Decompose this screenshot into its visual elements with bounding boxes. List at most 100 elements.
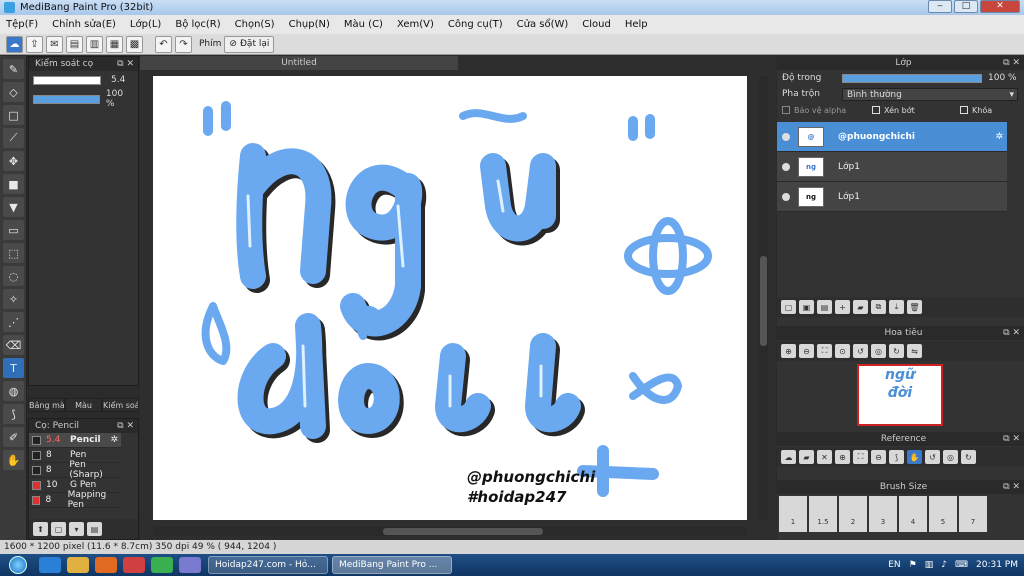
brush-opacity-slider[interactable] (33, 94, 100, 104)
close-icon[interactable]: ⧉ ✕ (1003, 432, 1020, 446)
brush-size-option[interactable]: 3 (869, 496, 897, 532)
gradient-tool-icon[interactable]: ▭ (3, 220, 24, 240)
layer-item[interactable]: @ @phuongchichi ✲ (777, 122, 1007, 152)
language-indicator[interactable]: EN (888, 560, 900, 570)
menu-filter[interactable]: Bộ lọc(R) (175, 15, 220, 34)
gear-icon[interactable]: ✲ (995, 132, 1003, 142)
duplicate-layer-icon[interactable]: ⧉ (871, 300, 886, 314)
new-8bit-layer-icon[interactable]: ▤ (817, 300, 832, 314)
menu-snap[interactable]: Chụp(N) (289, 15, 330, 34)
fill-rect-tool-icon[interactable]: ■ (3, 174, 24, 194)
redo-icon[interactable]: ↷ (175, 35, 192, 53)
minimize-button[interactable]: ‒ (928, 0, 952, 13)
keyboard-icon[interactable]: ⌨ (955, 560, 968, 570)
navigator-preview[interactable]: ngữ đời (857, 364, 943, 426)
folder-icon[interactable]: ▰ (853, 300, 868, 314)
lock-checkbox[interactable] (960, 106, 968, 114)
tab-color[interactable]: Màu (65, 398, 102, 412)
layer-opacity-slider[interactable] (842, 73, 982, 83)
media-player-icon[interactable] (95, 557, 117, 573)
grid-icon[interactable]: ▩ (126, 35, 143, 53)
document-tab[interactable]: Untitled (140, 56, 458, 70)
share-icon[interactable]: ⇪ (26, 35, 43, 53)
close-icon[interactable]: ⧉ ✕ (1003, 56, 1020, 70)
task-browser[interactable]: Hoidap247.com - Hỏ... (208, 556, 328, 574)
brush-add-icon[interactable]: ⬆ (33, 522, 48, 536)
add-layer-menu-icon[interactable]: + (835, 300, 850, 314)
comment-icon[interactable]: ✉ (46, 35, 63, 53)
new-layer-icon[interactable]: ▢ (781, 300, 796, 314)
brush-new-icon[interactable]: ▢ (51, 522, 66, 536)
merge-layer-icon[interactable]: ⤓ (889, 300, 904, 314)
zoom-in-icon[interactable]: ⊕ (781, 344, 796, 358)
close-reference-icon[interactable]: ✕ (817, 450, 832, 464)
brush-size-option[interactable]: 5 (929, 496, 957, 532)
app-icon[interactable] (123, 557, 145, 573)
horizontal-scroll-thumb[interactable] (383, 528, 543, 535)
eyedropper-icon[interactable]: ⟆ (889, 450, 904, 464)
network-icon[interactable]: ▥ (925, 560, 934, 570)
folder-icon[interactable] (67, 557, 89, 573)
canvas-paper[interactable]: @phuongchichi #hoidap247 (153, 76, 747, 520)
volume-icon[interactable]: ♪ (941, 560, 947, 570)
line-tool-icon[interactable]: ⟋ (3, 128, 24, 148)
eyedropper-icon[interactable]: ⟆ (3, 404, 24, 424)
brush-delete-icon[interactable]: ▤ (87, 522, 102, 536)
layer-item[interactable]: ng Lớp1 (777, 182, 1007, 212)
start-button[interactable] (0, 554, 36, 576)
bucket-tool-icon[interactable]: ▼ (3, 197, 24, 217)
rotate-reset-icon[interactable]: ◎ (943, 450, 958, 464)
zoom-out-icon[interactable]: ⊖ (799, 344, 814, 358)
eye-icon[interactable] (782, 162, 790, 171)
bucket-fill-icon[interactable]: ◍ (3, 381, 24, 401)
vertical-scrollbar[interactable] (759, 76, 768, 520)
close-icon[interactable]: ⧉ ✕ (117, 419, 134, 433)
pen-tool-icon[interactable]: ✐ (3, 427, 24, 447)
select-eraser-icon[interactable]: ⌫ (3, 335, 24, 355)
brush-size-option[interactable]: 1.5 (809, 496, 837, 532)
maximize-button[interactable]: □ (954, 0, 978, 13)
document-icon[interactable]: ▥ (86, 35, 103, 53)
rotate-reset-icon[interactable]: ◎ (871, 344, 886, 358)
close-icon[interactable]: ⧉ ✕ (1003, 480, 1020, 494)
eraser-tool-icon[interactable]: ◇ (3, 82, 24, 102)
brush-size-option[interactable]: 2 (839, 496, 867, 532)
rect-tool-icon[interactable]: □ (3, 105, 24, 125)
rotate-right-icon[interactable]: ↻ (961, 450, 976, 464)
brush-size-slider[interactable] (33, 75, 101, 85)
select-pen-icon[interactable]: ⋰ (3, 312, 24, 332)
menu-edit[interactable]: Chỉnh sửa(E) (52, 15, 116, 34)
menu-view[interactable]: Xem(V) (397, 15, 434, 34)
rotate-left-icon[interactable]: ↺ (925, 450, 940, 464)
open-folder-icon[interactable]: ▰ (799, 450, 814, 464)
eye-icon[interactable] (782, 192, 790, 201)
trash-icon[interactable]: 🗑 (907, 300, 922, 314)
close-icon[interactable]: ⧉ ✕ (1003, 326, 1020, 340)
brush-size-option[interactable]: 7 (959, 496, 987, 532)
magic-wand-icon[interactable]: ✧ (3, 289, 24, 309)
brush-size-option[interactable]: 4 (899, 496, 927, 532)
photos-icon[interactable] (179, 557, 201, 573)
menu-tools[interactable]: Công cụ(T) (448, 15, 503, 34)
tab-brush-control[interactable]: Kiểm soát cọ (102, 398, 139, 412)
hand-tool-icon[interactable]: ✋ (3, 450, 24, 470)
chrome-icon[interactable] (151, 557, 173, 573)
new-halftone-layer-icon[interactable]: ▣ (799, 300, 814, 314)
ie-icon[interactable] (39, 557, 61, 573)
rotate-right-icon[interactable]: ↻ (889, 344, 904, 358)
move-tool-icon[interactable]: ✥ (3, 151, 24, 171)
page-icon[interactable]: ▤ (66, 35, 83, 53)
gear-icon[interactable]: ✲ (110, 435, 118, 445)
brush-menu-icon[interactable]: ▾ (69, 522, 84, 536)
fit-icon[interactable]: ⛶ (853, 450, 868, 464)
tab-palette[interactable]: Bảng màu (28, 398, 65, 412)
layer-item[interactable]: ng Lớp1 (777, 152, 1007, 182)
brush-tool-icon[interactable]: ✎ (3, 59, 24, 79)
text-tool-icon[interactable]: T (3, 358, 24, 378)
close-icon[interactable]: ⧉ ✕ (117, 57, 134, 71)
brush-item-pencil[interactable]: 5.4 Pencil ✲ (29, 433, 121, 448)
clip-checkbox[interactable] (872, 106, 880, 114)
menu-window[interactable]: Cửa sổ(W) (517, 15, 569, 34)
clock[interactable]: 20:31 PM (976, 560, 1018, 570)
alpha-checkbox[interactable] (782, 106, 790, 114)
